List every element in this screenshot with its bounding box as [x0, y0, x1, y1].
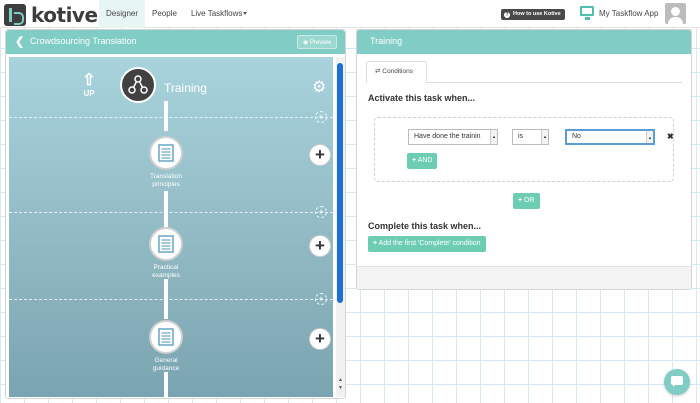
add-step-small-button[interactable]: +: [315, 293, 327, 305]
select-arrow-icon: ▲: [646, 131, 653, 143]
kotive-logo-icon: [4, 4, 26, 26]
brand-name: kotive: [31, 3, 98, 27]
task-label: General guidance: [131, 357, 201, 373]
form-icon: [158, 235, 174, 253]
task-label: Practical examples: [131, 264, 201, 280]
drop-zone-divider: [9, 299, 333, 300]
form-icon: [158, 144, 174, 162]
or-label: OR: [524, 197, 535, 204]
how-to-use-button[interactable]: ? How to use Kotive: [501, 9, 565, 20]
condition-field-select[interactable]: Have done the trainin ▲: [408, 129, 498, 145]
current-task-title: Training: [164, 81, 207, 95]
add-task-button[interactable]: +: [309, 328, 331, 350]
scrollbar-thumb[interactable]: [337, 63, 343, 303]
plus-icon: +: [412, 157, 417, 164]
add-complete-condition-button[interactable]: + Add the first 'Complete' condition: [368, 236, 486, 252]
task-settings-panel: Training ⇄ Conditions Activate this task…: [356, 29, 692, 290]
drop-zone-divider: [9, 117, 333, 118]
nav-people-label: People: [152, 9, 177, 18]
remove-condition-icon[interactable]: ✖: [667, 132, 674, 141]
condition-value-select[interactable]: No ▲: [565, 129, 655, 145]
taskflow-canvas[interactable]: ⇧ UP Training ⚙ + + + + + + Translation …: [9, 57, 333, 397]
chevron-down-icon: [243, 12, 248, 16]
task-label-line: Translation: [150, 173, 182, 180]
task-label-line: principles: [152, 181, 180, 188]
condition-group: [374, 117, 674, 182]
taskflow-header: ❮ Crowdsourcing Translation ◉ Preview: [6, 30, 345, 54]
plus-icon: +: [518, 197, 523, 204]
add-and-condition-button[interactable]: + AND: [407, 153, 438, 169]
select-arrow-icon: ▲: [541, 130, 548, 144]
plus-icon: +: [373, 240, 378, 247]
my-taskflow-app-link[interactable]: My Taskflow App: [599, 9, 658, 18]
task-settings-title: Training: [370, 36, 403, 46]
back-arrow-icon[interactable]: ❮: [15, 35, 24, 48]
canvas-scrollbar[interactable]: ▲ ▼: [336, 57, 345, 397]
tab-conditions[interactable]: ⇄ Conditions: [366, 61, 427, 83]
task-node[interactable]: [149, 136, 183, 170]
current-task-node[interactable]: [120, 67, 156, 103]
activate-heading: Activate this task when...: [368, 93, 476, 103]
task-label-line: General: [154, 357, 178, 364]
preview-button[interactable]: ◉ Preview: [297, 35, 338, 49]
drop-zone-divider: [9, 212, 333, 213]
up-button[interactable]: ⇧ UP: [80, 72, 98, 99]
eye-icon: ◉: [303, 40, 309, 46]
taskflow-title: Crowdsourcing Translation: [30, 36, 137, 46]
question-icon: ?: [504, 11, 510, 18]
flow-connector: [164, 372, 168, 397]
nav-people[interactable]: People: [145, 0, 184, 28]
condition-operator-value: is: [518, 133, 524, 140]
logo[interactable]: kotive: [4, 3, 98, 27]
nav-designer-label: Designer: [106, 9, 139, 18]
task-label-line: Practical: [153, 264, 179, 271]
avatar[interactable]: [665, 3, 686, 24]
task-label: Translation principles: [131, 173, 201, 189]
task-label-line: guidance: [152, 365, 180, 372]
flow-connector: [164, 101, 168, 131]
top-navigation-bar: kotive Designer People Live Taskflows ? …: [0, 0, 700, 28]
nav-live-taskflows-label: Live Taskflows: [190, 9, 243, 18]
scroll-up-arrow-icon[interactable]: ▲: [337, 377, 344, 383]
panel-footer: [357, 266, 691, 289]
add-step-small-button[interactable]: +: [315, 111, 327, 123]
task-node[interactable]: [149, 227, 183, 261]
shuffle-icon: ⇄: [375, 68, 381, 75]
add-or-condition-button[interactable]: + OR: [513, 193, 540, 209]
main-nav: Designer People Live Taskflows: [99, 0, 254, 28]
scroll-down-arrow-icon[interactable]: ▼: [337, 385, 344, 391]
condition-operator-select[interactable]: is ▲: [512, 129, 549, 145]
gear-icon[interactable]: ⚙: [312, 80, 326, 96]
add-task-button[interactable]: +: [309, 235, 331, 257]
and-label: AND: [417, 157, 433, 164]
taskflow-panel: ❮ Crowdsourcing Translation ◉ Preview ⇧ …: [5, 29, 346, 399]
add-complete-label: Add the first 'Complete' condition: [378, 240, 481, 247]
hierarchy-icon: [128, 75, 148, 94]
how-to-use-label: How to use Kotive: [513, 11, 561, 17]
form-icon: [158, 328, 174, 346]
up-arrow-icon: ⇧: [82, 72, 96, 89]
flow-connector: [164, 191, 168, 231]
monitor-icon[interactable]: [580, 6, 594, 20]
complete-heading: Complete this task when...: [368, 221, 482, 231]
chat-icon[interactable]: [664, 369, 690, 395]
preview-label: Preview: [309, 40, 332, 46]
task-label-line: examples: [152, 272, 180, 279]
flow-connector: [164, 279, 168, 319]
select-arrow-icon: ▲: [490, 130, 497, 144]
add-task-button[interactable]: +: [309, 144, 331, 166]
add-step-small-button[interactable]: +: [315, 206, 327, 218]
task-settings-header: Training: [357, 30, 691, 54]
tab-conditions-label: Conditions: [382, 68, 413, 75]
task-node[interactable]: [149, 320, 183, 354]
nav-live-taskflows[interactable]: Live Taskflows: [184, 0, 254, 28]
nav-designer[interactable]: Designer: [99, 0, 146, 28]
condition-value-value: No: [572, 133, 581, 140]
up-label: UP: [83, 89, 95, 98]
condition-field-value: Have done the trainin: [414, 133, 481, 140]
